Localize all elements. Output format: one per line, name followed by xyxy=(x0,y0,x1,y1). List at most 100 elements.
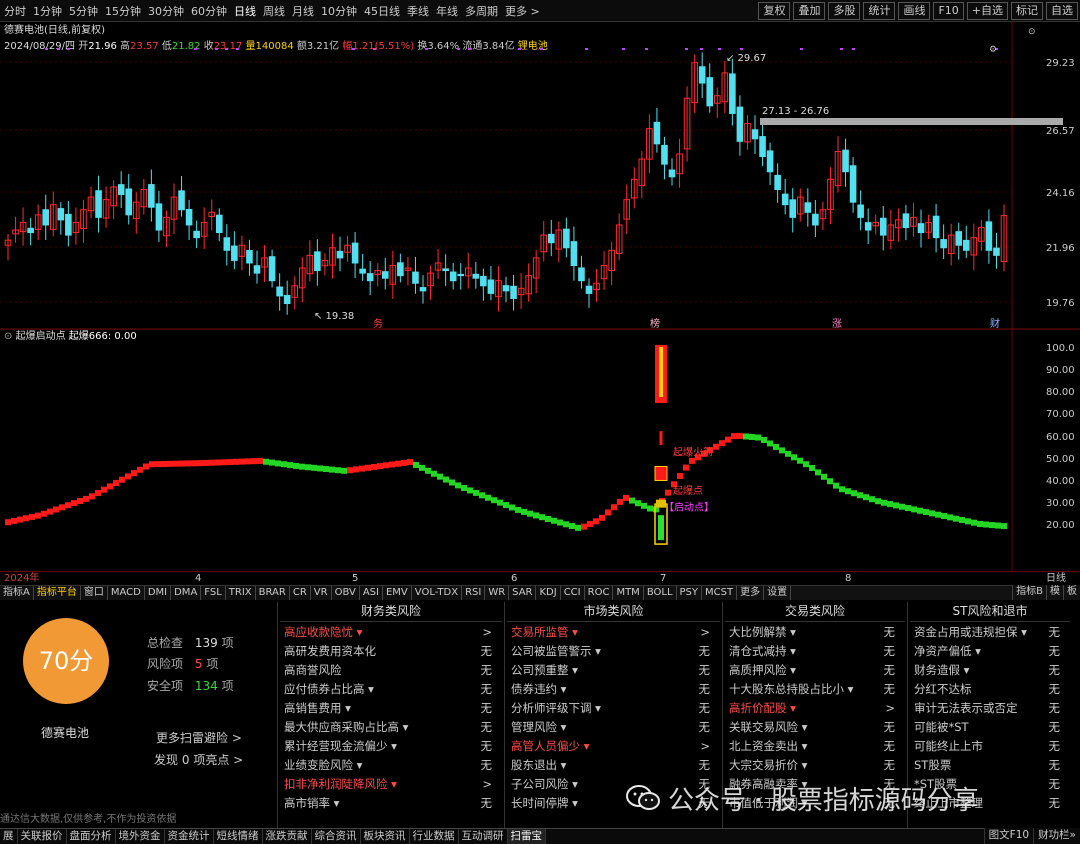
indicator-tab[interactable]: FSL xyxy=(201,586,226,600)
risk-row[interactable]: 财务造假 ▾ 无 xyxy=(910,660,1070,679)
risk-row[interactable]: 债券违约 ▾ 无 xyxy=(507,679,720,698)
risk-row[interactable]: 管理风险 ▾ 无 xyxy=(507,717,720,736)
risk-row[interactable]: 应付债券占比高 ▾ 无 xyxy=(280,679,502,698)
bottom-tab[interactable]: 板块资讯 xyxy=(361,829,410,844)
tool-button[interactable]: +自选 xyxy=(966,2,1008,20)
indicator-tab[interactable]: 更多 xyxy=(737,586,765,600)
tool-button[interactable]: F10 xyxy=(933,2,964,20)
tool-button[interactable]: 标记 xyxy=(1011,2,1043,20)
indicator-tab[interactable]: BRAR xyxy=(256,586,290,600)
indicator-tab[interactable]: CR xyxy=(290,586,311,600)
timeframe-tab[interactable]: 5分钟 xyxy=(69,3,98,19)
risk-row[interactable]: 清仓式减持 ▾ 无 xyxy=(725,641,905,660)
indicator-tab[interactable]: 设置 xyxy=(764,586,792,600)
indicator-tab[interactable]: CCI xyxy=(561,586,585,600)
risk-row[interactable]: 高应收款隐忧 ▾ > xyxy=(280,622,502,641)
timeframe-tab[interactable]: 更多 > xyxy=(505,3,540,19)
indicator-tab[interactable]: 指标平台 xyxy=(34,586,81,600)
bottom-right-tab[interactable]: 图文F10 xyxy=(983,828,1033,844)
indicator-tab[interactable]: TRIX xyxy=(226,586,256,600)
timeframe-tab[interactable]: 分时 xyxy=(4,3,26,19)
timeframe-tab[interactable]: 日线 xyxy=(234,3,256,19)
timeframe-tab[interactable]: 周线 xyxy=(263,3,285,19)
risk-row[interactable]: ST股票 无 xyxy=(910,755,1070,774)
risk-row[interactable]: 高质押风险 ▾ 无 xyxy=(725,660,905,679)
bottom-tab[interactable]: 综合资讯 xyxy=(312,829,361,844)
timeframe-tab[interactable]: 年线 xyxy=(436,3,458,19)
bottom-tab[interactable]: 盘面分析 xyxy=(67,829,116,844)
indicator-tab[interactable]: BOLL xyxy=(644,586,677,600)
indicator-tab[interactable]: 窗口 xyxy=(81,586,108,600)
kline-chart[interactable]: 29.2326.5724.1621.9619.76100.090.0080.00… xyxy=(0,22,1080,585)
bottom-right-tab[interactable]: 财功栏» xyxy=(1033,828,1080,844)
timeframe-tab[interactable]: 10分钟 xyxy=(321,3,357,19)
tool-button[interactable]: 复权 xyxy=(758,2,791,20)
indicator-collapse-icon[interactable]: ⊙ xyxy=(4,331,12,342)
bottom-tab[interactable]: 境外资金 xyxy=(116,829,165,844)
tool-button[interactable]: 统计 xyxy=(863,2,896,20)
timeframe-tab[interactable]: 30分钟 xyxy=(148,3,184,19)
bottom-tab[interactable]: 关联报价 xyxy=(18,829,67,844)
indicator-tab[interactable]: 指标A xyxy=(0,586,34,600)
risk-row[interactable]: 北上资金卖出 ▾ 无 xyxy=(725,736,905,755)
risk-row[interactable]: 分红不达标 无 xyxy=(910,679,1070,698)
indicator-tab[interactable]: KDJ xyxy=(536,586,561,600)
risk-row[interactable]: 公司预重整 ▾ 无 xyxy=(507,660,720,679)
bottom-tab[interactable]: 资金统计 xyxy=(165,829,214,844)
risk-row[interactable]: 交易所监管 ▾ > xyxy=(507,622,720,641)
timeframe-tab[interactable]: 多周期 xyxy=(465,3,498,19)
indicator-tab-right[interactable]: 模 xyxy=(1046,585,1063,600)
tool-button[interactable]: 画线 xyxy=(898,2,931,20)
risk-row[interactable]: 公司被监管警示 ▾ 无 xyxy=(507,641,720,660)
indicator-tab[interactable]: DMI xyxy=(145,586,172,600)
bottom-tab[interactable]: 行业数据 xyxy=(410,829,459,844)
indicator-tab-right[interactable]: 指标B xyxy=(1012,585,1046,600)
tool-button[interactable]: 叠加 xyxy=(793,2,826,20)
risk-row[interactable]: 高市销率 ▾ 无 xyxy=(280,793,502,812)
risk-row[interactable]: 扣非净利润陡降风险 ▾ > xyxy=(280,774,502,793)
risk-row[interactable]: 大宗交易折价 ▾ 无 xyxy=(725,755,905,774)
bottom-tab[interactable]: 扫雷宝 xyxy=(507,829,546,844)
risk-row[interactable]: 资金占用或违规担保 ▾ 无 xyxy=(910,622,1070,641)
tool-button[interactable]: 自选 xyxy=(1046,2,1078,20)
risk-row[interactable]: 业绩变脸风险 ▾ 无 xyxy=(280,755,502,774)
risk-row[interactable]: 高管人员偏少 ▾ > xyxy=(507,736,720,755)
bottom-tab[interactable]: 涨跌贡献 xyxy=(263,829,312,844)
timeframe-tab[interactable]: 45日线 xyxy=(364,3,400,19)
risk-row[interactable]: 分析师评级下调 ▾ 无 xyxy=(507,698,720,717)
indicator-tab[interactable]: ROC xyxy=(585,586,614,600)
timeframe-tab[interactable]: 月线 xyxy=(292,3,314,19)
risk-row[interactable]: 可能被*ST 无 xyxy=(910,717,1070,736)
indicator-tab[interactable]: MTM xyxy=(613,586,644,600)
risk-row[interactable]: 十大股东总持股占比小 ▾ 无 xyxy=(725,679,905,698)
risk-row[interactable]: 可能终止上市 无 xyxy=(910,736,1070,755)
bottom-tab[interactable]: 短线情绪 xyxy=(214,829,263,844)
risk-row[interactable]: 高折价配股 ▾ > xyxy=(725,698,905,717)
risk-row[interactable]: 高研发费用资本化 无 xyxy=(280,641,502,660)
indicator-tab[interactable]: EMV xyxy=(383,586,412,600)
timeframe-tab[interactable]: 15分钟 xyxy=(105,3,141,19)
indicator-tab[interactable]: ASI xyxy=(360,586,383,600)
indicator-tab[interactable]: RSI xyxy=(462,586,486,600)
risk-row[interactable]: 高商誉风险 无 xyxy=(280,660,502,679)
indicator-tab[interactable]: VOL-TDX xyxy=(412,586,463,600)
indicator-tab[interactable]: MACD xyxy=(108,586,145,600)
risk-row[interactable]: 最大供应商采购占比高 ▾ 无 xyxy=(280,717,502,736)
risk-row[interactable]: 净资产偏低 ▾ 无 xyxy=(910,641,1070,660)
indicator-tab[interactable]: VR xyxy=(311,586,332,600)
indicator-tab-right[interactable]: 板 xyxy=(1063,585,1080,600)
indicator-tab[interactable]: PSY xyxy=(677,586,703,600)
risk-row[interactable]: 累计经营现金流偏少 ▾ 无 xyxy=(280,736,502,755)
tool-button[interactable]: 多股 xyxy=(828,2,861,20)
indicator-tab[interactable]: SAR xyxy=(509,586,537,600)
bottom-tab[interactable]: 互动调研 xyxy=(459,829,508,844)
indicator-tab[interactable]: DMA xyxy=(171,586,202,600)
indicator-tab[interactable]: MCST xyxy=(702,586,738,600)
indicator-tab[interactable]: OBV xyxy=(332,586,360,600)
timeframe-tab[interactable]: 1分钟 xyxy=(33,3,62,19)
bottom-tab[interactable]: 展 xyxy=(0,829,18,844)
indicator-tab[interactable]: WR xyxy=(485,586,510,600)
risk-row[interactable]: 大比例解禁 ▾ 无 xyxy=(725,622,905,641)
risk-row[interactable]: 审计无法表示或否定 无 xyxy=(910,698,1070,717)
risk-row[interactable]: 关联交易风险 ▾ 无 xyxy=(725,717,905,736)
